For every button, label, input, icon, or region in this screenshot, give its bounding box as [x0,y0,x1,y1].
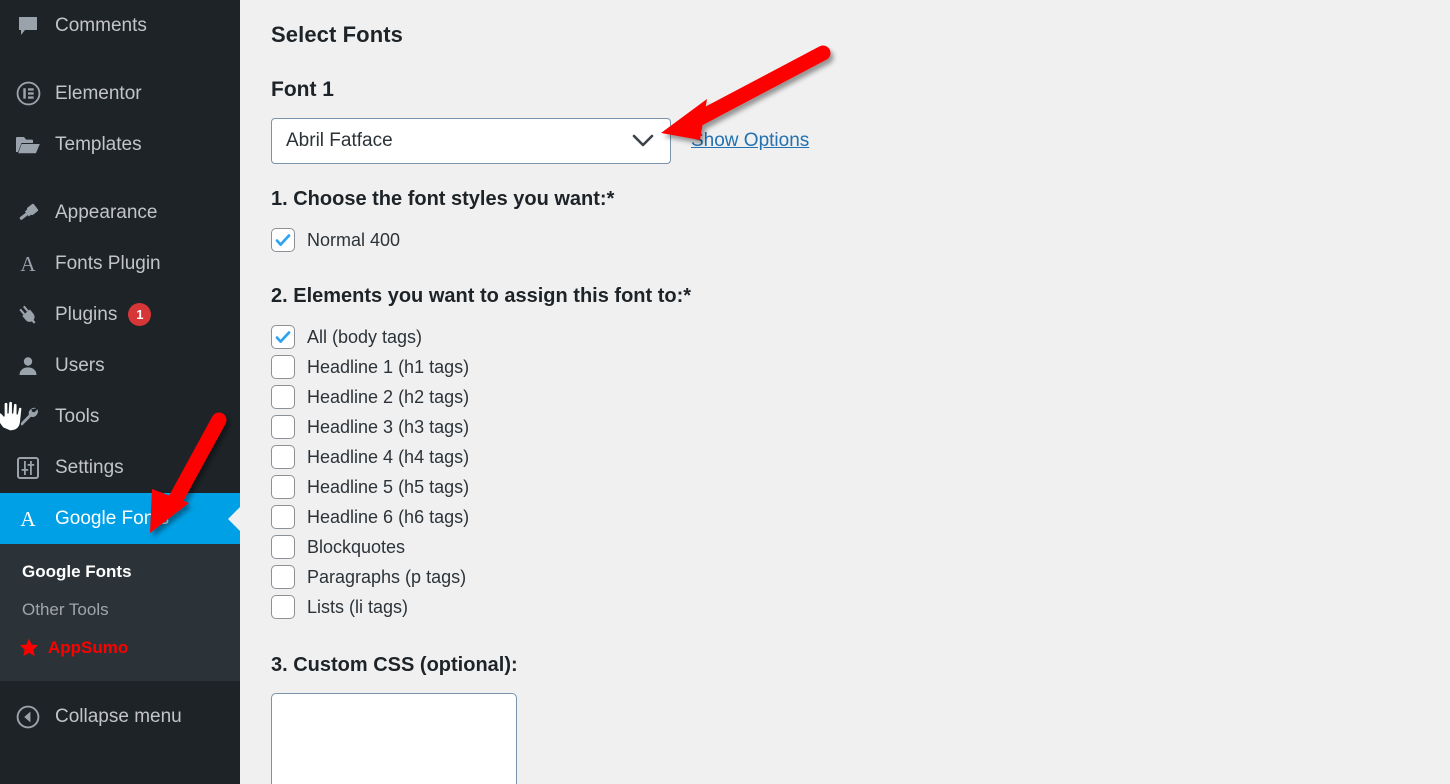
checkbox-headline-4[interactable] [271,445,295,469]
sidebar-item-label: Elementor [55,83,142,104]
checkbox-label: Normal 400 [307,230,401,250]
page-title: Select Fonts [271,22,404,47]
checkbox-label: Paragraphs (p tags) [307,567,467,587]
checkbox-label: Blockquotes [307,537,406,557]
checkbox-all-body-tags[interactable] [271,325,295,349]
star-icon [18,637,40,659]
sidebar-item-label: Settings [55,457,124,478]
custom-css-textarea[interactable] [271,693,517,784]
checkbox-blockquotes[interactable] [271,535,295,559]
checkbox-label: Headline 6 (h6 tags) [307,507,470,527]
sidebar-item-label: Tools [55,406,100,427]
checkbox-row[interactable]: Headline 1 (h1 tags) [271,352,1450,382]
checkbox-headline-6[interactable] [271,505,295,529]
font-family-select-value: Abril Fatface [286,130,393,151]
sidebar-item-tools[interactable]: Tools [0,391,240,442]
sidebar-item-label: Plugins [55,304,118,325]
submenu-item-other-tools[interactable]: Other Tools [0,591,240,629]
admin-sidebar: Comments Elementor Templates Appearance … [0,0,240,784]
letter-a-icon: A [12,252,44,276]
sliders-icon [12,456,44,480]
submenu-item-google-fonts[interactable]: Google Fonts [0,553,240,591]
sidebar-item-plugins[interactable]: Plugins 1 [0,289,240,340]
checkbox-label: Headline 5 (h5 tags) [307,477,470,497]
main-content: Select Fonts Font 1 Abril Fatface Show O… [240,0,1450,784]
checkbox-row[interactable]: Headline 4 (h4 tags) [271,442,1450,472]
paintbrush-icon [12,200,44,226]
font-styles-checkbox-group: Normal 400 [271,225,1450,255]
sidebar-item-google-fonts[interactable]: A Google Fonts [0,493,240,544]
checkbox-row[interactable]: Headline 3 (h3 tags) [271,412,1450,442]
checkbox-paragraphs[interactable] [271,565,295,589]
font-family-select[interactable]: Abril Fatface [271,118,671,164]
svg-text:A: A [20,252,36,276]
comment-icon [12,14,44,38]
show-options-link[interactable]: Show Options [691,130,809,152]
sidebar-item-label: Fonts Plugin [55,253,161,274]
question-2-heading: 2. Elements you want to assign this font… [271,285,692,307]
sidebar-item-appearance[interactable]: Appearance [0,187,240,238]
elements-checkbox-group: All (body tags) Headline 1 (h1 tags) Hea… [271,322,1450,622]
sidebar-item-templates[interactable]: Templates [0,119,240,170]
checkbox-label: Headline 4 (h4 tags) [307,447,470,467]
plugins-update-badge: 1 [128,303,152,326]
collapse-arrow-icon [12,705,44,729]
submenu-item-label: AppSumo [48,638,129,657]
letter-a-icon: A [12,507,44,531]
svg-text:A: A [20,507,36,531]
font-select-row: Abril Fatface Show Options [271,118,1450,164]
google-fonts-submenu: Google Fonts Other Tools AppSumo [0,544,240,681]
sidebar-item-label: Google Fonts [55,508,170,529]
checkbox-headline-1[interactable] [271,355,295,379]
checkbox-row[interactable]: Headline 5 (h5 tags) [271,472,1450,502]
folder-icon [12,134,44,156]
checkbox-row[interactable]: Headline 6 (h6 tags) [271,502,1450,532]
elementor-icon [12,81,44,106]
sidebar-item-label: Templates [55,134,142,155]
checkbox-label: Headline 2 (h2 tags) [307,387,470,407]
checkbox-label: Headline 3 (h3 tags) [307,417,470,437]
checkbox-label: All (body tags) [307,327,423,347]
sidebar-item-settings[interactable]: Settings [0,442,240,493]
checkbox-headline-5[interactable] [271,475,295,499]
sidebar-item-label: Appearance [55,202,158,223]
sidebar-item-users[interactable]: Users [0,340,240,391]
checkbox-row[interactable]: Lists (li tags) [271,592,1450,622]
sidebar-item-elementor[interactable]: Elementor [0,68,240,119]
chevron-down-icon [632,134,654,148]
font-block-title: Font 1 [271,78,334,101]
wrench-icon [12,404,44,429]
submenu-item-appsumo[interactable]: AppSumo [0,629,240,667]
sidebar-item-comments[interactable]: Comments [0,0,240,51]
checkbox-row[interactable]: Normal 400 [271,225,1450,255]
checkbox-label: Headline 1 (h1 tags) [307,357,470,377]
checkbox-row[interactable]: Paragraphs (p tags) [271,562,1450,592]
collapse-menu-label: Collapse menu [55,706,182,727]
checkbox-row[interactable]: Headline 2 (h2 tags) [271,382,1450,412]
checkbox-label: Lists (li tags) [307,597,409,617]
user-icon [12,354,44,378]
plug-icon [12,302,44,328]
checkbox-lists[interactable] [271,595,295,619]
question-1-heading: 1. Choose the font styles you want:* [271,188,615,210]
question-3-heading: 3. Custom CSS (optional): [271,654,518,676]
checkbox-normal-400[interactable] [271,228,295,252]
checkbox-row[interactable]: Blockquotes [271,532,1450,562]
sidebar-item-label: Comments [55,15,147,36]
checkbox-headline-2[interactable] [271,385,295,409]
sidebar-item-fonts-plugin[interactable]: A Fonts Plugin [0,238,240,289]
sidebar-item-label: Users [55,355,105,376]
checkbox-headline-3[interactable] [271,415,295,439]
collapse-menu-button[interactable]: Collapse menu [0,693,240,741]
checkbox-row[interactable]: All (body tags) [271,322,1450,352]
